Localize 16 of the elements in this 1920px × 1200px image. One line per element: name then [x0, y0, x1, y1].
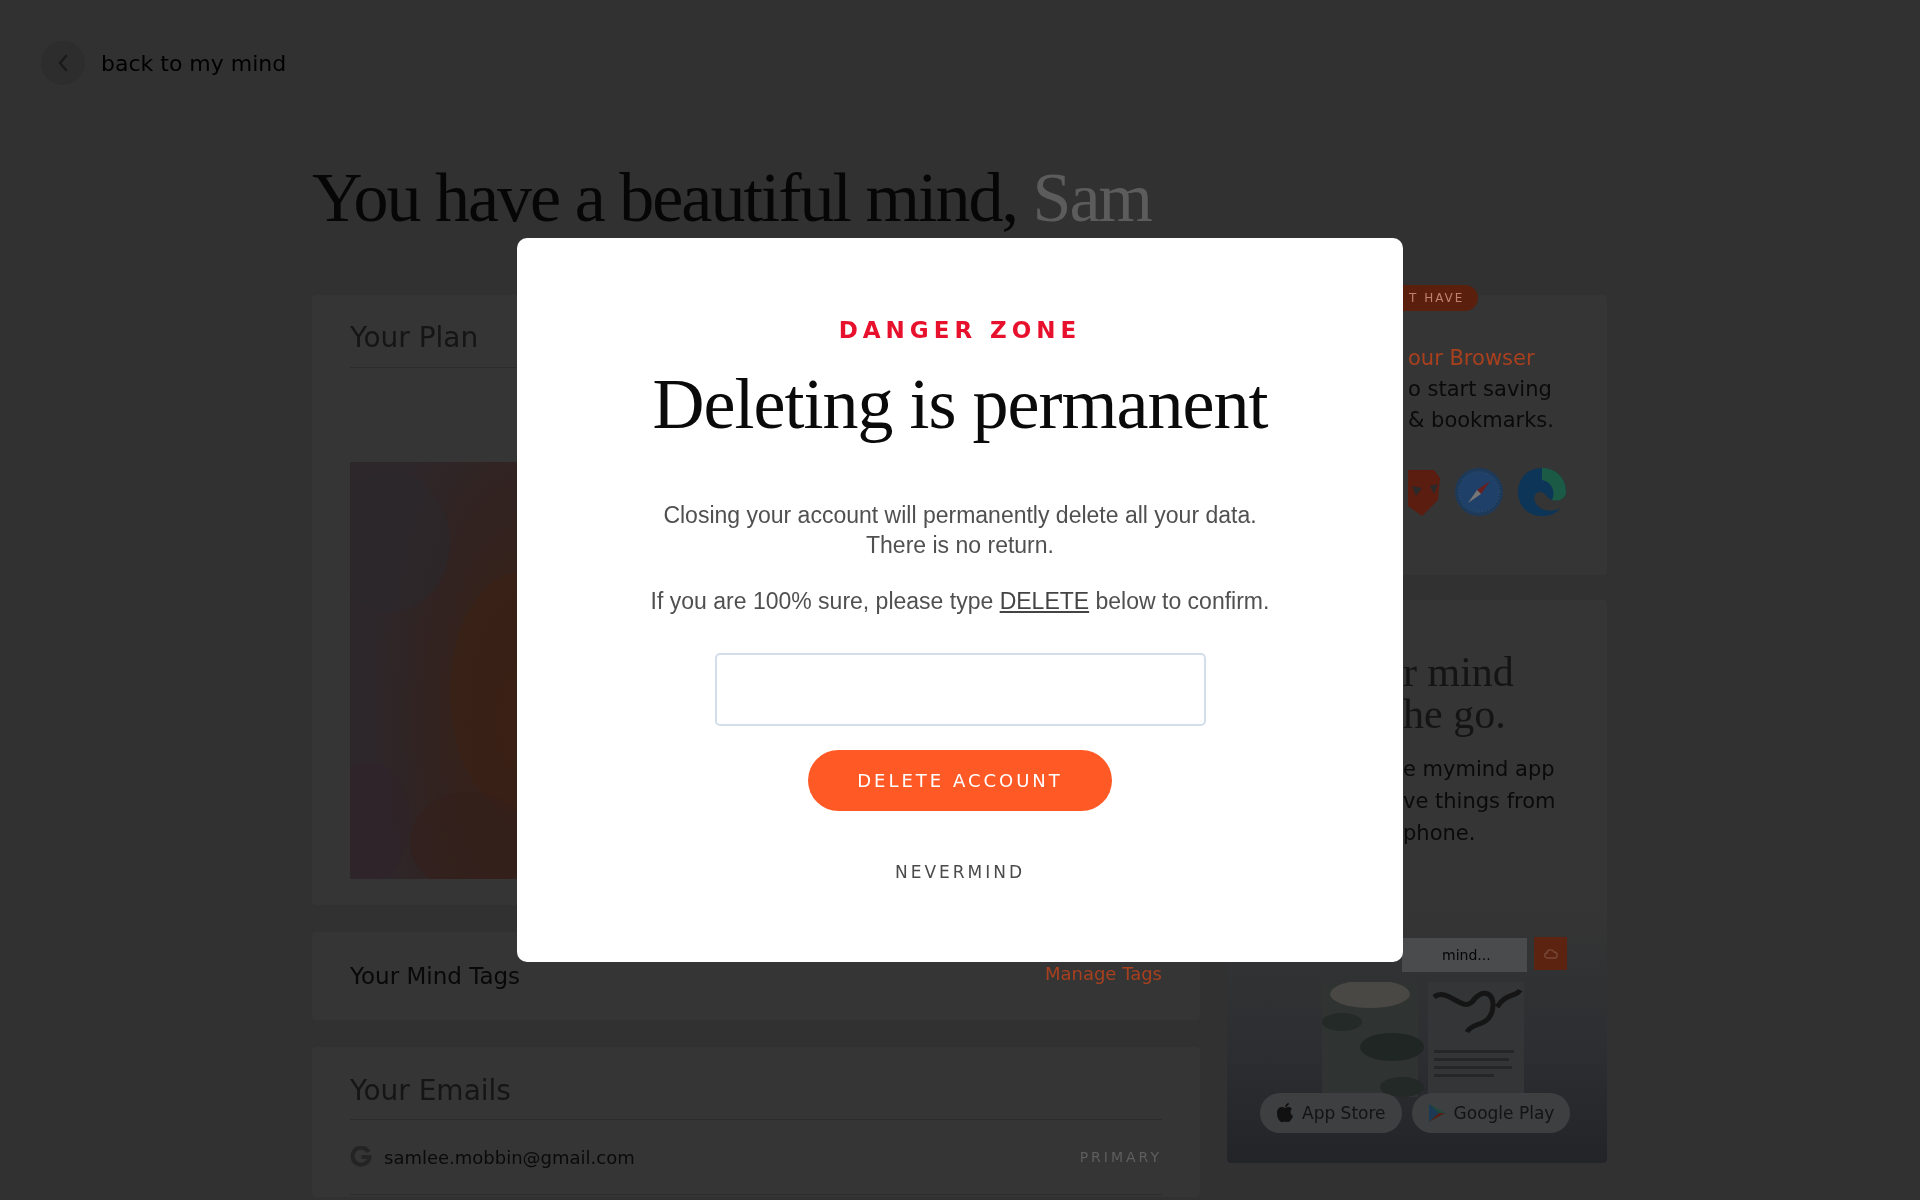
badge: T HAVE — [1403, 285, 1479, 311]
danger-zone-label: DANGER ZONE — [838, 316, 1082, 344]
play-icon — [1427, 1103, 1446, 1123]
search-field[interactable]: mind... — [1402, 938, 1527, 972]
delete-account-button[interactable]: DELETE ACCOUNT — [808, 750, 1112, 811]
browser-link[interactable]: our Browser — [1408, 343, 1607, 374]
save-button[interactable] — [1534, 937, 1567, 970]
cloud-icon — [1542, 946, 1559, 961]
swirl-icon[interactable] — [1516, 466, 1568, 518]
manage-tags-link[interactable]: Manage Tags — [1044, 962, 1162, 984]
compass-icon[interactable] — [1454, 467, 1504, 517]
warning-message: Closing your account will permanently delete all your data. There is no return. — [663, 501, 1257, 560]
apple-icon — [1276, 1103, 1294, 1123]
nevermind-link[interactable]: NEVERMIND — [894, 860, 1026, 884]
confirm-field[interactable] — [714, 653, 1206, 726]
confirm-instruction: If you are 100% sure, please type DELETE below to confirm. — [650, 587, 1270, 616]
